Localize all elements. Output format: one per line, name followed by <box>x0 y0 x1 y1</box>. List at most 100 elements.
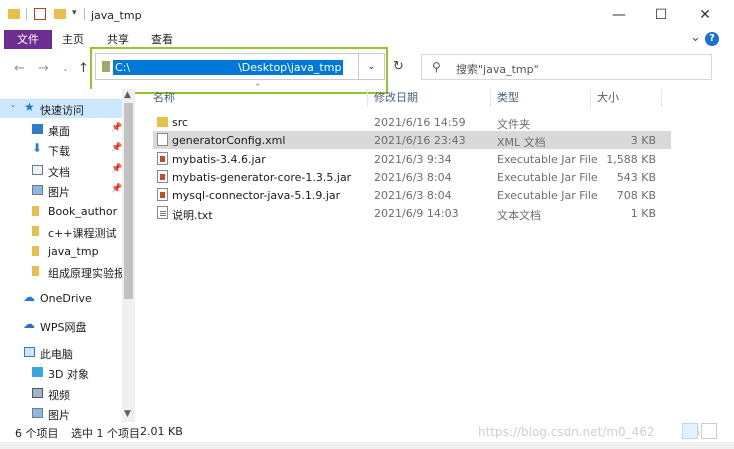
folder-icon <box>32 226 39 236</box>
sidebar-item-label: WPS网盘 <box>40 321 87 334</box>
table-row[interactable]: generatorConfig.xml 2021/6/16 23:43 XML … <box>153 131 671 149</box>
sidebar-item-lab-report[interactable]: 组成原理实验报告 <box>0 262 122 281</box>
divider <box>26 8 27 20</box>
folder-icon[interactable] <box>8 9 20 19</box>
sidebar-item-label: c++课程测试 <box>48 227 117 240</box>
column-divider[interactable] <box>590 89 591 107</box>
column-divider[interactable] <box>367 89 368 107</box>
window-title: java_tmp <box>91 9 142 22</box>
sidebar-item-this-pc[interactable]: 此电脑 <box>0 343 122 362</box>
recent-locations-icon[interactable]: ⌄ <box>62 64 69 73</box>
jar-icon <box>157 152 168 165</box>
sidebar-item-videos[interactable]: 视频 <box>0 384 122 403</box>
download-icon: ⬇ <box>32 141 43 155</box>
window-bottom-edge <box>0 442 734 449</box>
table-row[interactable]: mysql-connector-java-5.1.9.jar 2021/6/3 … <box>153 186 671 204</box>
file-size: 3 KB <box>630 134 656 147</box>
table-row[interactable]: mybatis-3.4.6.jar 2021/6/3 9:34 Executab… <box>153 150 671 168</box>
sidebar-item-wps-drive[interactable]: ☁ WPS网盘 <box>0 316 122 335</box>
refresh-icon[interactable]: ↻ <box>393 59 404 74</box>
scrollbar-thumb[interactable] <box>124 103 133 299</box>
sidebar-item-label: 组成原理实验报告 <box>48 267 122 280</box>
table-row[interactable]: src 2021/6/16 14:59 文件夹 <box>153 113 671 131</box>
file-name: 说明.txt <box>172 209 213 222</box>
video-icon <box>32 388 43 398</box>
column-header-date[interactable]: 修改日期 <box>374 89 418 107</box>
computer-icon <box>24 347 35 357</box>
sidebar-item-java-tmp[interactable]: java_tmp <box>0 242 122 261</box>
column-header-name[interactable]: 名称 <box>153 89 175 107</box>
pin-icon: 📌 <box>111 184 122 194</box>
table-row[interactable]: mybatis-generator-core-1.3.5.jar 2021/6/… <box>153 168 671 186</box>
nav-scrollbar[interactable]: ▲ ▼ <box>122 89 135 422</box>
file-icon <box>157 133 168 146</box>
new-folder-icon[interactable] <box>54 9 66 19</box>
column-header-type[interactable]: 类型 <box>497 89 519 107</box>
sidebar-item-label: Book_author <box>48 205 118 218</box>
search-icon: ⚲ <box>432 60 441 74</box>
scroll-up-icon[interactable]: ▲ <box>124 90 131 100</box>
help-icon[interactable]: ? <box>705 32 719 46</box>
file-date: 2021/6/16 23:43 <box>374 134 466 147</box>
sidebar-item-documents[interactable]: 文档 📌 <box>0 161 122 180</box>
minimize-button[interactable]: — <box>596 0 642 30</box>
file-type: 文本文档 <box>497 209 541 222</box>
file-date: 2021/6/16 14:59 <box>374 116 466 129</box>
sidebar-item-label: 此电脑 <box>40 348 73 361</box>
navigation-pane: ⌄ ★ 快速访问 桌面 📌 ⬇ 下载 📌 文档 📌 图片 📌 Book_auth… <box>0 89 135 422</box>
sidebar-item-pictures-pc[interactable]: 图片 <box>0 404 122 423</box>
sidebar-item-label: java_tmp <box>48 245 99 258</box>
star-icon: ★ <box>24 100 35 114</box>
file-date: 2021/6/3 8:04 <box>374 171 452 184</box>
folder-icon <box>32 246 39 256</box>
back-arrow-icon[interactable]: ← <box>14 61 25 76</box>
maximize-button[interactable]: ☐ <box>638 0 684 30</box>
item-count: 6 个项目 <box>15 427 59 440</box>
file-size: 1,588 KB <box>606 153 656 166</box>
cloud-icon: ☁ <box>23 317 35 331</box>
up-arrow-icon[interactable]: ↑ <box>78 61 89 76</box>
folder-icon <box>157 117 168 127</box>
tab-file[interactable]: 文件 <box>4 30 52 49</box>
pin-icon: 📌 <box>111 123 122 133</box>
search-input[interactable]: 搜索"java_tmp" <box>456 61 539 77</box>
sidebar-item-3d-objects[interactable]: 3D 对象 <box>0 363 122 382</box>
sidebar-item-label: 图片 <box>48 186 70 199</box>
file-size: 1 KB <box>630 207 656 220</box>
sidebar-item-quick-access[interactable]: ⌄ ★ 快速访问 <box>0 99 122 118</box>
column-divider[interactable] <box>490 89 491 107</box>
tab-home[interactable]: 主页 <box>54 30 92 49</box>
document-icon <box>32 165 43 175</box>
title-bar: ▾ java_tmp — ☐ ✕ <box>0 0 734 30</box>
column-divider[interactable] <box>661 89 662 107</box>
sidebar-item-cpp-course-test[interactable]: c++课程测试 <box>0 222 122 241</box>
file-name: generatorConfig.xml <box>172 134 286 147</box>
sidebar-item-pictures[interactable]: 图片 📌 <box>0 181 122 200</box>
sidebar-item-desktop[interactable]: 桌面 📌 <box>0 120 122 139</box>
sidebar-item-label: 图片 <box>48 409 70 422</box>
selected-size: 2.01 KB <box>140 425 183 438</box>
status-bar: 6 个项目 选中 1 个项目 2.01 KB https://blog.csdn… <box>0 422 734 442</box>
table-row[interactable]: 说明.txt 2021/6/9 14:03 文本文档 1 KB <box>153 204 671 222</box>
desktop-icon <box>32 124 43 134</box>
close-button[interactable]: ✕ <box>682 0 728 30</box>
customize-toolbar-icon[interactable]: ▾ <box>72 8 77 18</box>
search-box[interactable]: ⚲ 搜索"java_tmp" <box>421 54 712 80</box>
file-date: 2021/6/3 9:34 <box>374 153 452 166</box>
sidebar-item-onedrive[interactable]: ☁ OneDrive <box>0 289 122 308</box>
file-date: 2021/6/3 8:04 <box>374 189 452 202</box>
forward-arrow-icon[interactable]: → <box>38 61 49 76</box>
folder-icon <box>32 206 39 216</box>
details-view-button[interactable] <box>682 423 698 439</box>
column-header-size[interactable]: 大小 <box>597 89 619 107</box>
sidebar-item-label: 3D 对象 <box>48 368 89 381</box>
pin-icon: 📌 <box>111 143 122 153</box>
sidebar-item-book-author[interactable]: Book_author <box>0 202 122 221</box>
large-icons-view-button[interactable] <box>701 423 717 439</box>
file-date: 2021/6/9 14:03 <box>374 207 459 220</box>
sidebar-item-label: 视频 <box>48 389 70 402</box>
ribbon-collapse-icon[interactable]: ⌄ <box>690 30 701 45</box>
scroll-down-icon[interactable]: ▼ <box>124 409 131 419</box>
sidebar-item-downloads[interactable]: ⬇ 下载 📌 <box>0 140 122 159</box>
properties-icon[interactable] <box>34 8 46 20</box>
